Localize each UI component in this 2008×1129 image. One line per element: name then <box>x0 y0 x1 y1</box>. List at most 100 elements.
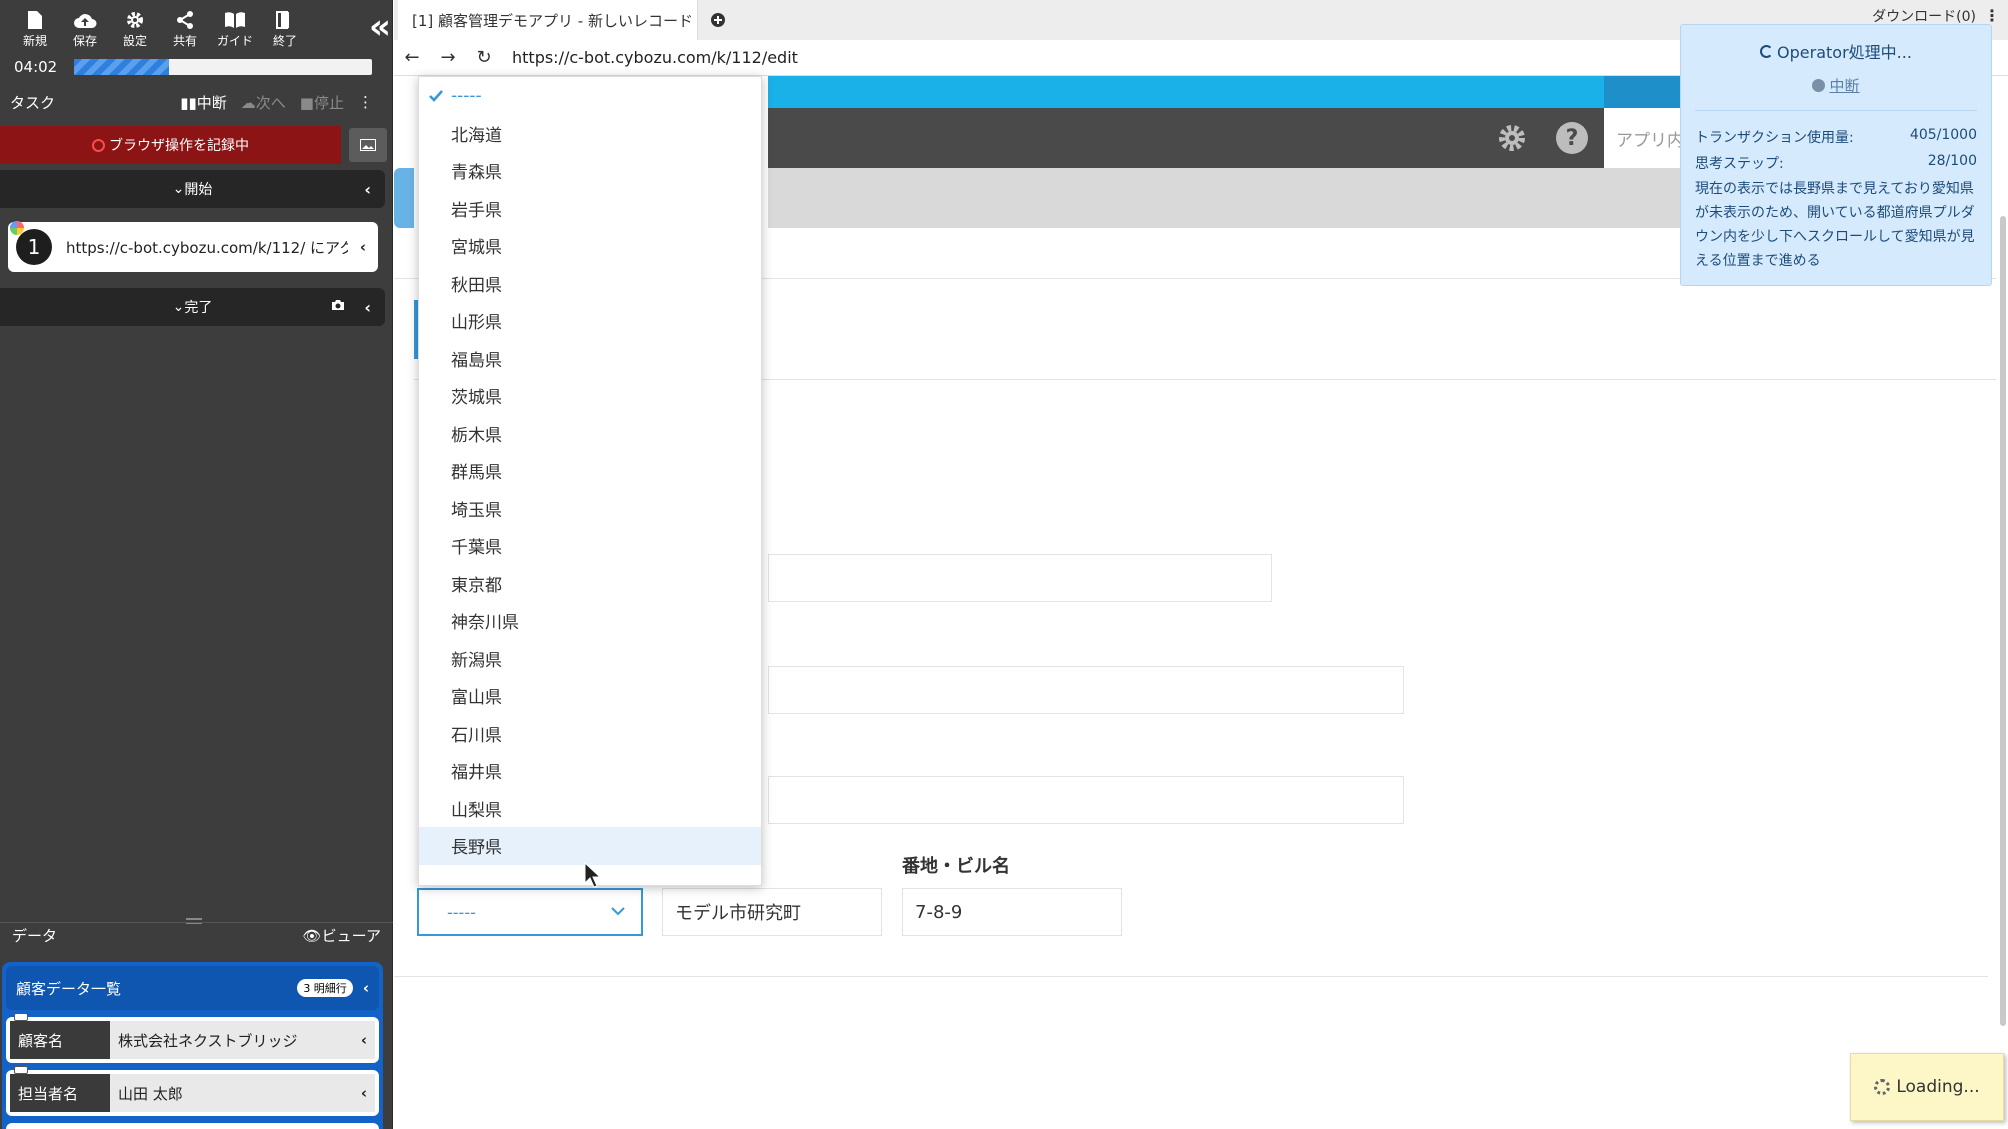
download-link[interactable]: ダウンロード(0) <box>1872 6 1976 26</box>
next-label: 次へ <box>255 93 286 112</box>
table-row[interactable]: 顧客名 株式会社ネクストブリッジ ‹ <box>6 1013 379 1063</box>
recording-button[interactable]: ブラウザ操作を記録中 <box>0 126 341 164</box>
dropdown-option[interactable]: 東京都 <box>419 565 761 603</box>
dropdown-option[interactable]: 石川県 <box>419 715 761 753</box>
form-input[interactable] <box>768 666 1404 714</box>
dropdown-option[interactable]: 神奈川県 <box>419 602 761 640</box>
divider <box>1695 110 1977 111</box>
tab-title: [1] 顧客管理デモアプリ - 新しいレコード <box>412 11 693 30</box>
chevron-left-icon[interactable]: ‹ <box>363 979 369 997</box>
dropdown-option[interactable]: ----- <box>419 77 761 115</box>
dropdown-option-label: 山梨県 <box>451 800 502 821</box>
settings-button[interactable]: 設定 <box>110 0 160 56</box>
customer-data-table: 顧客データ一覧 3 明細行 ‹ 顧客名 株式会社ネクストブリッジ ‹ 担当者名 山… <box>2 962 383 1129</box>
dropdown-option-label: 山形県 <box>451 313 502 334</box>
back-icon[interactable]: ← <box>394 40 430 76</box>
finish-section[interactable]: ⌄ 完了 ‹ <box>0 288 385 326</box>
forward-icon[interactable]: → <box>430 40 466 76</box>
dropdown-option[interactable]: 宮城県 <box>419 227 761 265</box>
url-field[interactable]: https://c-bot.cybozu.com/k/112/edit <box>512 48 798 67</box>
scroll-thumb[interactable] <box>2000 216 2006 1026</box>
loading-label: Loading... <box>1896 1077 1980 1097</box>
dropdown-option[interactable]: 秋田県 <box>419 265 761 303</box>
table-header[interactable]: 顧客データ一覧 3 明細行 ‹ <box>6 966 379 1010</box>
recording-label: ブラウザ操作を記録中 <box>109 138 249 154</box>
thinking-value: 28/100 <box>1927 153 1977 169</box>
dropdown-option-label: 富山県 <box>451 688 502 709</box>
dropdown-option[interactable]: 長野県 <box>419 827 761 865</box>
city-value: モデル市研究町 <box>675 903 801 924</box>
dropdown-option[interactable]: 山梨県 <box>419 790 761 828</box>
city-input[interactable]: モデル市研究町 <box>662 888 882 936</box>
address-input[interactable]: 7-8-9 <box>902 888 1122 936</box>
data-header: データ 👁ビューア <box>0 922 393 948</box>
start-section[interactable]: ⌄ 開始 ‹ <box>0 170 385 208</box>
exit-button[interactable]: 終了 <box>260 0 310 56</box>
row-tab-icon <box>14 1013 28 1021</box>
next-task-button[interactable]: ☁次へ <box>241 92 286 113</box>
save-button[interactable]: 保存 <box>60 0 110 56</box>
dropdown-option[interactable]: 北海道 <box>419 115 761 153</box>
dropdown-option[interactable]: 千葉県 <box>419 527 761 565</box>
table-title: 顧客データ一覧 <box>16 979 122 998</box>
save-label: 保存 <box>72 34 97 48</box>
step-card[interactable]: 1 https://c-bot.cybozu.com/k/112/ にアクセス … <box>8 221 378 272</box>
dropdown-option[interactable]: 青森県 <box>419 152 761 190</box>
form-input[interactable] <box>768 554 1272 602</box>
dropdown-option[interactable]: 岩手県 <box>419 190 761 228</box>
cloud-upload-icon <box>73 8 97 32</box>
spinner-icon <box>1760 44 1774 58</box>
browser-tab[interactable]: [1] 顧客管理デモアプリ - 新しいレコード <box>398 0 698 40</box>
dropdown-option[interactable]: 新潟県 <box>419 640 761 678</box>
stop-task-button[interactable]: ■停止 <box>300 92 344 113</box>
record-icon <box>92 138 105 152</box>
dropdown-option[interactable]: 山形県 <box>419 302 761 340</box>
browser-menu-icon[interactable]: ⋮ <box>1984 6 2000 25</box>
viewer-button[interactable]: 👁ビューア <box>303 925 381 946</box>
dropdown-option-label: 神奈川県 <box>451 613 519 634</box>
prefecture-dropdown-list[interactable]: ----- 北海道 青森県 岩手県宮城県秋田県山形県福島県 茨城県栃木県群馬県 埼玉県千葉… <box>418 76 762 886</box>
camera-icon[interactable] <box>331 299 345 315</box>
dropdown-option[interactable]: 福井県 <box>419 752 761 790</box>
address-label: 番地・ビル名 <box>902 856 1010 877</box>
walk-icon: ☁ <box>240 93 256 112</box>
share-button[interactable]: 共有 <box>160 0 210 56</box>
chevron-left-icon[interactable]: ‹ <box>361 1084 367 1102</box>
dropdown-option[interactable]: 茨城県 <box>419 377 761 415</box>
dropdown-option-label: 千葉県 <box>451 538 502 559</box>
collapse-panel-icon[interactable]: « <box>369 10 391 44</box>
dropdown-option[interactable]: 群馬県 <box>419 452 761 490</box>
progress-fill <box>74 59 170 75</box>
more-menu-icon[interactable]: ⋮ <box>358 93 373 111</box>
prefecture-select[interactable]: ----- <box>417 888 643 936</box>
dropdown-option[interactable]: 埼玉県 <box>419 490 761 528</box>
new-button[interactable]: 新規 <box>10 0 60 56</box>
dropdown-option[interactable]: 福島県 <box>419 340 761 378</box>
new-tab-icon[interactable] <box>706 8 730 32</box>
chevron-down-icon <box>611 907 625 916</box>
dropdown-option-label: 栃木県 <box>451 425 502 446</box>
loading-spinner-icon <box>1874 1079 1891 1095</box>
form-input[interactable] <box>768 776 1404 824</box>
chevron-left-icon[interactable]: ‹ <box>361 1031 367 1049</box>
dropdown-option-label: 宮城県 <box>451 238 502 259</box>
user-avatar[interactable] <box>1604 76 1684 108</box>
dropdown-option[interactable]: 富山県 <box>419 677 761 715</box>
help-icon[interactable]: ? <box>1556 122 1588 154</box>
page-scrollbar[interactable] <box>1996 76 2008 1026</box>
transaction-usage: トランザクション使用量: 405/1000 <box>1681 127 1991 147</box>
gear-icon[interactable] <box>1496 122 1528 158</box>
dropdown-option-label: ----- <box>451 85 482 106</box>
reload-icon[interactable]: ↻ <box>466 40 502 76</box>
share-icon <box>176 8 194 32</box>
screenshot-button[interactable] <box>349 128 387 162</box>
table-row[interactable]: 担当者名 山田 太郎 ‹ <box>6 1066 379 1116</box>
row-key: 顧客名 <box>10 1021 110 1059</box>
dropdown-option[interactable]: 栃木県 <box>419 415 761 453</box>
table-row[interactable] <box>6 1123 379 1129</box>
eye-icon: 👁 <box>302 927 322 945</box>
pause-task-button[interactable]: ▮▮中断 <box>180 92 227 113</box>
guide-button[interactable]: ガイド <box>210 0 260 56</box>
operator-pause-button[interactable]: 中断 <box>1681 75 1991 96</box>
chevron-left-icon[interactable]: ‹ <box>360 238 366 256</box>
